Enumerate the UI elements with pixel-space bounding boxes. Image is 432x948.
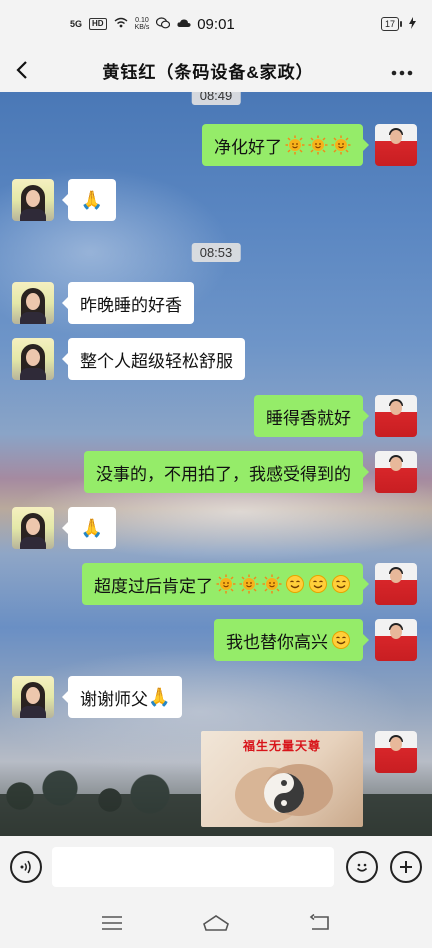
pray-emoji-icon: 🙏 [148,687,171,707]
sun-emoji-icon [262,574,282,594]
system-nav-bar [0,898,432,948]
network-indicator: 5G [70,18,83,29]
avatar-self[interactable] [375,451,417,493]
plus-icon [400,861,412,873]
smile-emoji-icon [332,631,350,649]
more-dots-icon [391,59,413,82]
message-bubble-received[interactable]: 昨晚睡的好香 [62,282,194,324]
voice-icon [20,860,31,874]
message-text: 整个人超级轻松舒服 [80,351,233,371]
sun-emoji-icon [331,135,351,155]
status-time: 09:01 [197,15,235,33]
smile-emoji-icon [332,575,350,593]
chat-header: 黄钰红（条码设备&家政） [0,48,432,92]
message-bubble-sent[interactable]: 超度过后肯定了 [82,563,369,605]
message-bubble-received[interactable]: 🙏 [62,507,116,549]
back-arrow-icon [16,61,27,79]
message-text: 没事的，不用拍了，我感受得到的 [96,464,351,484]
nav-back-button[interactable] [300,903,340,943]
message-bubble-sent[interactable]: 睡得香就好 [254,395,369,437]
network-speed: 0.10 KB/s [135,17,150,31]
yin-yang-hands-image [235,764,333,823]
more-button[interactable] [372,48,432,92]
chat-area[interactable]: 08:49 净化好了 🙏 08:53 昨晚睡的好香 整个人超级轻松舒服 睡得香就… [0,92,432,836]
avatar-self[interactable] [375,563,417,605]
speed-unit: KB/s [134,24,150,31]
nav-home-button[interactable] [196,903,236,943]
sun-emoji-icon [308,135,328,155]
message-bubble-sent[interactable]: 净化好了 [202,124,369,166]
message-bubble-received[interactable]: 整个人超级轻松舒服 [62,338,245,380]
message-bubble-sent[interactable]: 没事的，不用拍了，我感受得到的 [84,451,369,493]
smile-emoji-icon [309,575,327,593]
nav-menu-button[interactable] [92,903,132,943]
message-text: 昨晚睡的好香 [80,295,182,315]
avatar-contact[interactable] [12,338,54,380]
image-message[interactable]: 福生无量天尊 [201,731,363,827]
input-bar [0,836,432,898]
wifi-icon [114,17,128,31]
charging-icon [409,16,416,32]
avatar-self[interactable] [375,619,417,661]
message-text: 超度过后肯定了 [94,576,213,596]
add-button[interactable] [390,851,422,883]
sun-emoji-icon [216,574,236,594]
message-bubble-received[interactable]: 谢谢师父 🙏 [61,676,183,718]
message-text: 净化好了 [214,137,282,157]
back-button[interactable] [0,48,44,92]
avatar-contact[interactable] [12,676,54,718]
cloud-icon [177,18,191,31]
status-bar: 5G HD 0.10 KB/s 09:01 17 [0,0,432,48]
message-timestamp: 08:53 [191,243,241,262]
emoji-button[interactable] [346,851,378,883]
avatar-self[interactable] [375,124,417,166]
menu-icon [102,916,122,930]
back-nav-icon [309,914,329,930]
battery-indicator: 17 [380,17,403,31]
message-input[interactable] [52,847,334,887]
message-text: 谢谢师父 [80,689,148,709]
avatar-contact[interactable] [12,507,54,549]
smile-emoji-icon [286,575,304,593]
message-text: 我也替你高兴 [226,632,328,652]
pray-emoji-icon: 🙏 [80,190,104,210]
pray-emoji-icon: 🙏 [80,518,104,538]
sun-emoji-icon [285,135,305,155]
avatar-self[interactable] [375,731,417,773]
voice-button[interactable] [10,851,42,883]
speed-value: 0.10 [135,17,149,24]
wechat-icon [156,16,171,32]
chat-title: 黄钰红（条码设备&家政） [102,62,314,82]
emoji-icon [356,863,368,872]
sun-emoji-icon [239,574,259,594]
avatar-self[interactable] [375,395,417,437]
message-timestamp: 08:49 [191,92,241,105]
avatar-contact[interactable] [12,179,54,221]
hd-badge: HD [89,18,107,30]
message-text: 睡得香就好 [266,408,351,428]
avatar-contact[interactable] [12,282,54,324]
message-bubble-received[interactable]: 🙏 [62,179,116,221]
home-icon [203,915,229,931]
message-bubble-sent[interactable]: 我也替你高兴 [214,619,369,661]
image-caption: 福生无量天尊 [242,739,321,753]
